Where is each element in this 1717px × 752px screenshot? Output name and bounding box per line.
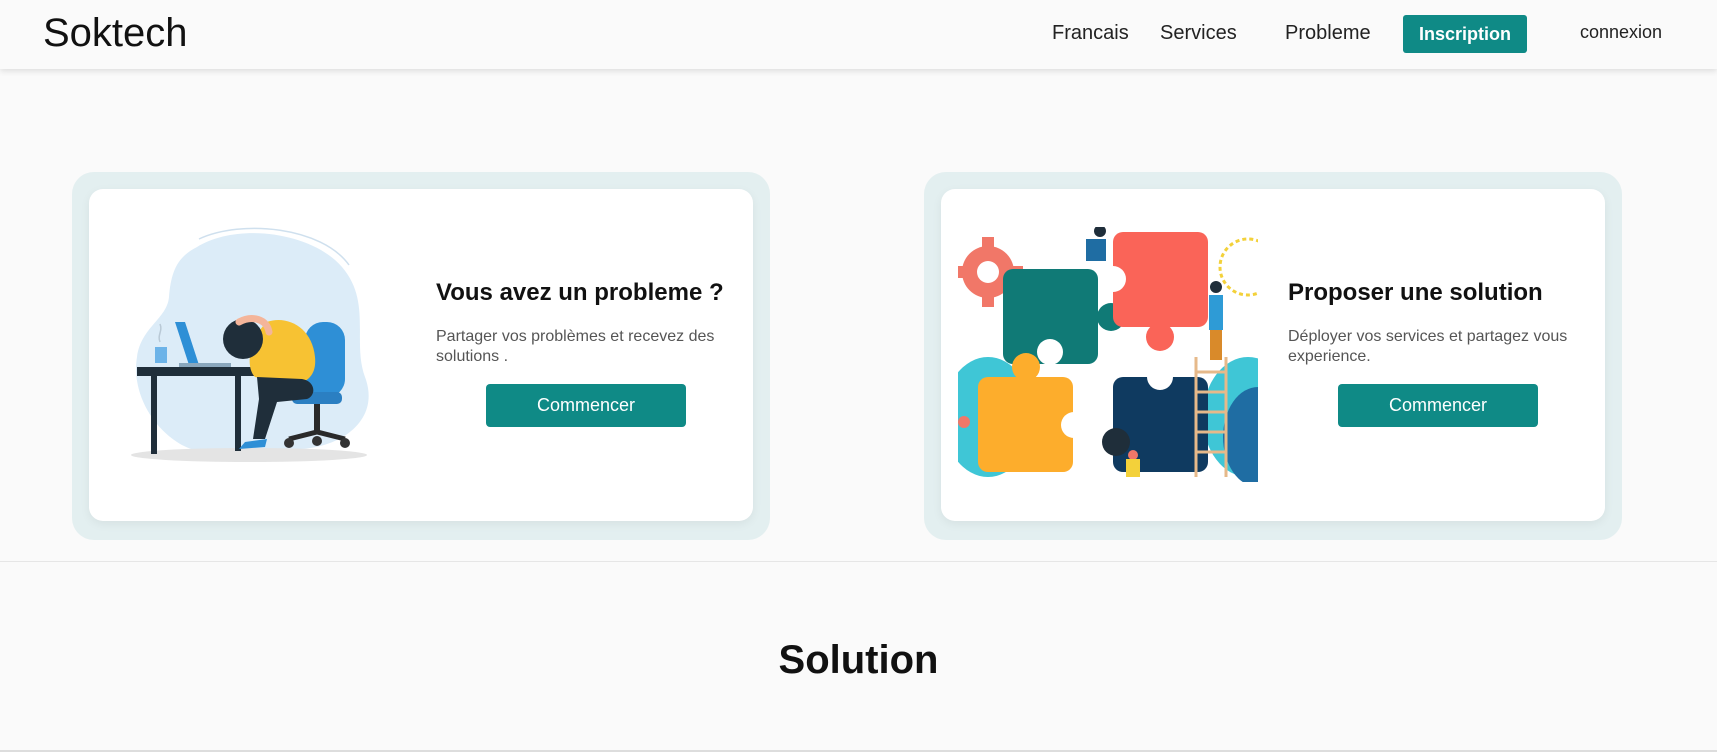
nav-link-francais[interactable]: Francais [1052, 22, 1129, 45]
nav-link-probleme[interactable]: Probleme [1285, 22, 1371, 45]
problem-start-button[interactable]: Commencer [486, 384, 686, 427]
problem-card-text: Partager vos problèmes et recevez des so… [436, 328, 715, 365]
problem-card: Vous avez un probleme ? Partager vos pro… [89, 189, 753, 521]
solution-card-text: Déployer vos services et partagez vous e… [1288, 328, 1568, 365]
problem-card-frame: Vous avez un probleme ? Partager vos pro… [72, 172, 770, 540]
stressed-person-illustration [131, 227, 369, 462]
login-link[interactable]: connexion [1580, 22, 1662, 43]
solution-start-button[interactable]: Commencer [1338, 384, 1538, 427]
solution-card: Proposer une solution Déployer vos servi… [941, 189, 1605, 521]
logo[interactable]: Soktech [43, 11, 188, 56]
solution-card-title: Proposer une solution [1288, 279, 1543, 306]
top-navbar: Soktech Francais Services Probleme Inscr… [0, 0, 1717, 69]
solution-card-frame: Proposer une solution Déployer vos servi… [924, 172, 1622, 540]
problem-card-title: Vous avez un probleme ? [436, 279, 724, 306]
section-divider [0, 561, 1717, 562]
puzzle-teamwork-illustration [958, 227, 1258, 482]
signup-button[interactable]: Inscription [1403, 15, 1527, 53]
section-title-solution: Solution [778, 638, 939, 682]
nav-link-services[interactable]: Services [1160, 22, 1237, 45]
